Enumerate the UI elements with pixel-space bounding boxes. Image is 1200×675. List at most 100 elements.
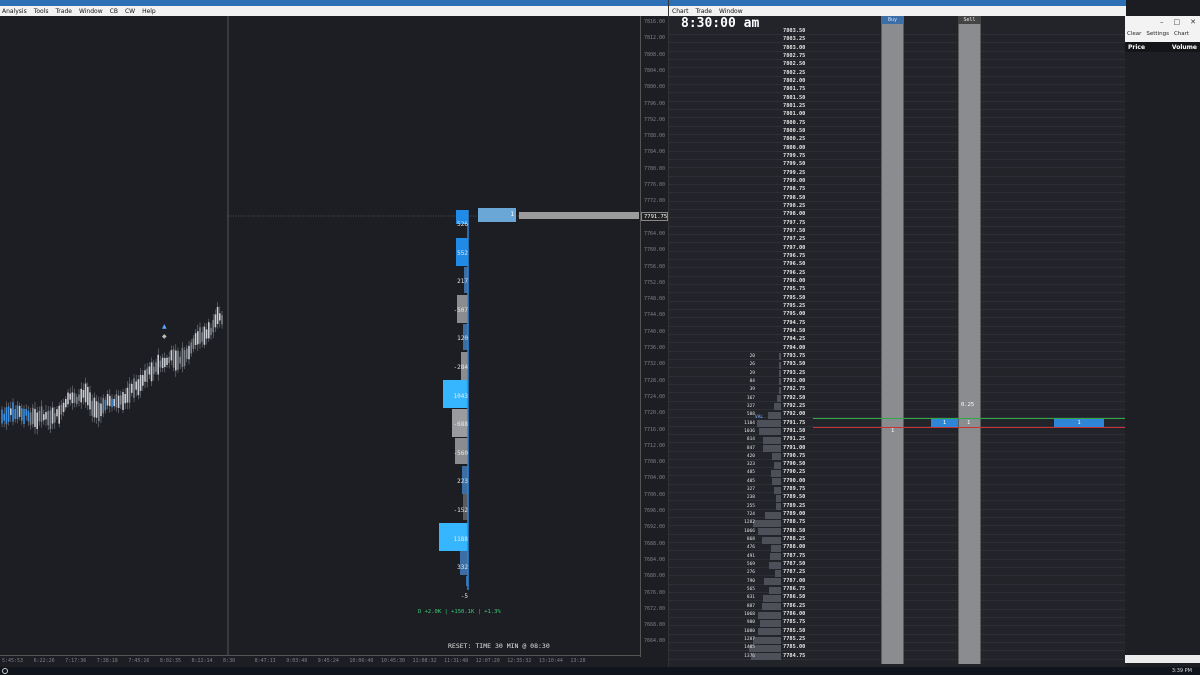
ladder-price[interactable]: 7790.75: [783, 453, 813, 459]
ladder-price[interactable]: 7794.50: [783, 328, 813, 334]
time-axis[interactable]: 5:45:53 6:22:26 7:17:36 7:38:18 7:45:16 8:02:…: [0, 655, 640, 667]
ladder-price[interactable]: 7785.50: [783, 628, 813, 634]
ladder-price[interactable]: 7786.25: [783, 603, 813, 609]
ladder-price[interactable]: 7792.75: [783, 386, 813, 392]
ladder-price[interactable]: 7785.75: [783, 619, 813, 625]
ladder-price[interactable]: 7787.75: [783, 553, 813, 559]
ladder-price[interactable]: 7796.50: [783, 261, 813, 267]
ladder-price[interactable]: 7798.25: [783, 203, 813, 209]
menu-analysis[interactable]: Analysis: [2, 8, 27, 15]
ladder-price[interactable]: 7786.75: [783, 586, 813, 592]
ladder-price[interactable]: 7796.00: [783, 278, 813, 284]
ladder-price[interactable]: 7786.00: [783, 611, 813, 617]
ladder-price[interactable]: 7797.00: [783, 245, 813, 251]
menu-cb[interactable]: CB: [110, 8, 118, 15]
ladder-price[interactable]: 7799.00: [783, 178, 813, 184]
ladder-price[interactable]: 7789.50: [783, 494, 813, 500]
clear-button[interactable]: Clear: [1127, 31, 1141, 37]
horizontal-scrollbar[interactable]: [1125, 655, 1200, 663]
ladder-price[interactable]: 7800.75: [783, 120, 813, 126]
ladder-price[interactable]: 7800.00: [783, 145, 813, 151]
ladder-price[interactable]: 7801.00: [783, 111, 813, 117]
ladder-price[interactable]: 7790.25: [783, 469, 813, 475]
ladder-price[interactable]: 7790.50: [783, 461, 813, 467]
ladder-price[interactable]: 7795.75: [783, 286, 813, 292]
ladder-price[interactable]: 7802.25: [783, 70, 813, 76]
ladder-price[interactable]: 7798.50: [783, 195, 813, 201]
menu-help[interactable]: Help: [142, 8, 156, 15]
menu-trade-dom[interactable]: Trade: [696, 8, 712, 15]
ladder-price[interactable]: 7802.75: [783, 53, 813, 59]
candlestick-chart[interactable]: ▲◆: [0, 16, 640, 655]
ladder-price[interactable]: 7793.25: [783, 370, 813, 376]
ladder-price[interactable]: 7803.50: [783, 28, 813, 34]
ladder-price[interactable]: 7785.25: [783, 636, 813, 642]
ladder-price[interactable]: 7803.00: [783, 45, 813, 51]
ladder-price[interactable]: 7784.75: [783, 653, 813, 659]
sell-column-header[interactable]: Sell: [958, 16, 981, 24]
ladder-price[interactable]: 7797.50: [783, 228, 813, 234]
ladder-price[interactable]: 7800.50: [783, 128, 813, 134]
ladder-price[interactable]: 7794.25: [783, 336, 813, 342]
ladder-price[interactable]: 7792.00: [783, 411, 813, 417]
ladder-price[interactable]: 7791.00: [783, 445, 813, 451]
ladder-price[interactable]: 7802.50: [783, 61, 813, 67]
ladder-price[interactable]: 7799.25: [783, 170, 813, 176]
close-icon[interactable]: ✕: [1190, 18, 1196, 26]
ladder-price[interactable]: 7787.25: [783, 569, 813, 575]
ladder-price[interactable]: 7798.00: [783, 211, 813, 217]
sell-ask-cell[interactable]: 0.25: [961, 402, 974, 408]
ladder-price[interactable]: 7788.25: [783, 536, 813, 542]
chart-button[interactable]: Chart: [1174, 31, 1189, 37]
ladder-price[interactable]: 7800.25: [783, 136, 813, 142]
menu-trade[interactable]: Trade: [56, 8, 72, 15]
ladder-price[interactable]: 7794.00: [783, 345, 813, 351]
ladder-price[interactable]: 7799.50: [783, 161, 813, 167]
ladder-price[interactable]: 7803.25: [783, 36, 813, 42]
buy-fill-cell[interactable]: 1: [891, 428, 894, 434]
price-column-header[interactable]: Price: [1128, 44, 1145, 51]
ladder-price[interactable]: 7788.50: [783, 528, 813, 534]
price-axis[interactable]: 7816.00 7812.00 7808.00 7804.00 7800.00 7796.…: [640, 16, 668, 657]
ladder-price[interactable]: 7801.75: [783, 86, 813, 92]
ladder-price[interactable]: 7797.75: [783, 220, 813, 226]
ladder-price[interactable]: 7790.00: [783, 478, 813, 484]
ladder-price[interactable]: 7792.50: [783, 395, 813, 401]
ladder-price[interactable]: 7785.00: [783, 644, 813, 650]
ladder-price[interactable]: 7787.00: [783, 578, 813, 584]
ladder-price[interactable]: 7799.75: [783, 153, 813, 159]
menu-window-dom[interactable]: Window: [719, 8, 743, 15]
ladder-price[interactable]: 7791.75: [783, 420, 813, 426]
ladder-price[interactable]: 7789.25: [783, 503, 813, 509]
bid-order-cell[interactable]: 1: [931, 419, 958, 427]
minimize-icon[interactable]: –: [1160, 18, 1164, 26]
menu-cw[interactable]: CW: [125, 8, 135, 15]
menu-chart[interactable]: Chart: [672, 8, 689, 15]
ladder-price[interactable]: 7787.50: [783, 561, 813, 567]
ladder-price[interactable]: 7791.25: [783, 436, 813, 442]
ladder-price[interactable]: 7797.25: [783, 236, 813, 242]
ladder-price[interactable]: 7788.00: [783, 544, 813, 550]
settings-button[interactable]: Settings: [1146, 31, 1169, 37]
ladder-price[interactable]: 7789.00: [783, 511, 813, 517]
ladder-price[interactable]: 7801.50: [783, 95, 813, 101]
ladder-price[interactable]: 7786.50: [783, 594, 813, 600]
working-order-cell[interactable]: 1: [1054, 419, 1104, 427]
ladder-price[interactable]: 7801.25: [783, 103, 813, 109]
ladder-price[interactable]: 7798.75: [783, 186, 813, 192]
ladder-price[interactable]: 7791.50: [783, 428, 813, 434]
menu-window[interactable]: Window: [79, 8, 103, 15]
ladder-price[interactable]: 7795.25: [783, 303, 813, 309]
buy-column-header[interactable]: Buy: [881, 16, 904, 24]
order-quantity-box[interactable]: 1: [478, 208, 516, 222]
ladder-price[interactable]: 7789.75: [783, 486, 813, 492]
ladder-price[interactable]: 7795.50: [783, 295, 813, 301]
ladder-price[interactable]: 7792.25: [783, 403, 813, 409]
ladder-price[interactable]: 7793.50: [783, 361, 813, 367]
menu-tools[interactable]: Tools: [34, 8, 49, 15]
search-icon[interactable]: [2, 668, 8, 674]
ladder-price[interactable]: 7802.00: [783, 78, 813, 84]
maximize-icon[interactable]: □: [1174, 18, 1181, 26]
ladder-price[interactable]: 7793.00: [783, 378, 813, 384]
sell-column[interactable]: [958, 16, 981, 664]
